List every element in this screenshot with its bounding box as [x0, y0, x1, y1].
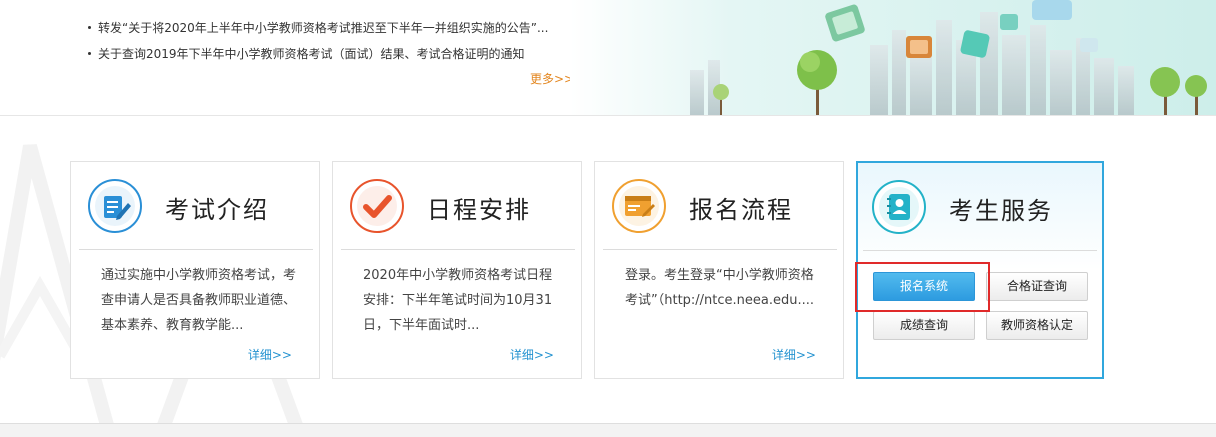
schedule-details-link[interactable]: 详细>> [510, 346, 554, 363]
exam-intro-details-link[interactable]: 详细>> [248, 346, 292, 363]
card-description: 2020年中小学教师资格考试日程安排：下半年笔试时间为10月31日，下半年面试时… [363, 268, 553, 333]
news-item-2[interactable]: 关于查询2019年下半年中小学教师资格考试（面试）结果、考试合格证明的通知 [88, 44, 548, 70]
news-item-text: 关于查询2019年下半年中小学教师资格考试（面试）结果、考试合格证明的通知 [98, 47, 525, 61]
checkmark-icon [350, 179, 404, 233]
news-item-text: 转发“关于将2020年上半年中小学教师资格考试推迟至下半年一并组织实施的公告”.… [98, 21, 549, 35]
card-header: 考试介绍 [79, 162, 313, 250]
card-title: 日程安排 [427, 196, 531, 224]
news-item-1[interactable]: 转发“关于将2020年上半年中小学教师资格考试推迟至下半年一并组织实施的公告”.… [88, 18, 548, 44]
card-title: 考生服务 [949, 197, 1053, 225]
contact-book-icon [872, 180, 926, 234]
candidate-service-card: 考生服务 报名系统 合格证查询 成绩查询 教师资格认定 [856, 161, 1104, 379]
teacher-qualification-button[interactable]: 教师资格认定 [986, 311, 1088, 340]
city-illustration [570, 0, 1216, 115]
document-edit-icon [88, 179, 142, 233]
card-title: 考试介绍 [165, 196, 269, 224]
bullet-icon [88, 52, 91, 55]
score-query-button[interactable]: 成绩查询 [873, 311, 975, 340]
card-title: 报名流程 [689, 196, 793, 224]
news-banner: 转发“关于将2020年上半年中小学教师资格考试推迟至下半年一并组织实施的公告”.… [0, 0, 1216, 116]
card-header: 考生服务 [863, 163, 1097, 251]
bullet-icon [88, 26, 91, 29]
id-card-icon [612, 179, 666, 233]
card-description: 通过实施中小学教师资格考试，考查申请人是否具备教师职业道德、基本素养、教育教学能… [101, 268, 297, 333]
card-description: 登录。考生登录“中小学教师资格考试”（http://ntce.neea.edu.… [625, 268, 815, 308]
news-list: 转发“关于将2020年上半年中小学教师资格考试推迟至下半年一并组织实施的公告”.… [88, 18, 548, 70]
card-header: 日程安排 [341, 162, 575, 250]
registration-process-card: 报名流程 登录。考生登录“中小学教师资格考试”（http://ntce.neea… [594, 161, 844, 379]
card-header: 报名流程 [603, 162, 837, 250]
news-more-link[interactable]: 更多>> [530, 70, 574, 87]
registration-system-button[interactable]: 报名系统 [873, 272, 975, 301]
schedule-card: 日程安排 2020年中小学教师资格考试日程安排：下半年笔试时间为10月31日，下… [332, 161, 582, 379]
exam-intro-card: 考试介绍 通过实施中小学教师资格考试，考查申请人是否具备教师职业道德、基本素养、… [70, 161, 320, 379]
certificate-query-button[interactable]: 合格证查询 [986, 272, 1088, 301]
registration-process-details-link[interactable]: 详细>> [772, 346, 816, 363]
bottom-divider [0, 423, 1216, 437]
